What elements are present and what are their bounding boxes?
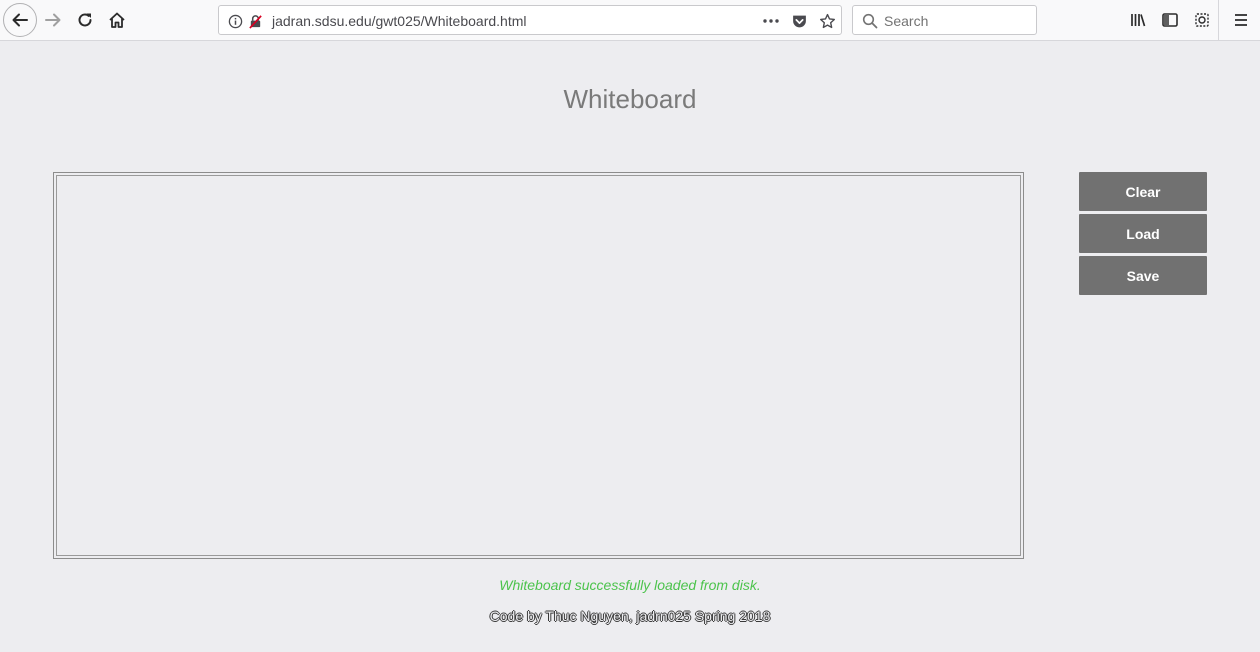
ellipsis-icon[interactable] <box>762 12 780 30</box>
search-bar[interactable]: Search <box>852 5 1037 35</box>
url-text[interactable]: jadran.sdsu.edu/gwt025/Whiteboard.html <box>272 13 526 29</box>
star-icon[interactable] <box>818 12 836 30</box>
toolbar-separator <box>1218 0 1219 40</box>
search-icon <box>861 12 879 30</box>
back-button[interactable] <box>3 3 37 37</box>
screenshot-button[interactable] <box>1186 4 1218 36</box>
page-title: Whiteboard <box>563 84 697 114</box>
forward-button[interactable] <box>37 4 69 36</box>
clear-button[interactable]: Clear <box>1079 172 1207 211</box>
info-icon[interactable] <box>226 12 244 30</box>
sidebar-icon <box>1162 13 1178 27</box>
whiteboard-canvas[interactable] <box>53 172 1024 559</box>
url-bar[interactable]: jadran.sdsu.edu/gwt025/Whiteboard.html <box>218 5 842 35</box>
hamburger-menu-icon <box>1235 14 1247 26</box>
library-button[interactable] <box>1122 4 1154 36</box>
save-button[interactable]: Save <box>1079 256 1207 295</box>
status-message: Whiteboard successfully loaded from disk… <box>499 577 761 593</box>
sidebar-button[interactable] <box>1154 4 1186 36</box>
reload-icon <box>78 13 92 27</box>
library-icon <box>1131 14 1146 27</box>
pocket-icon[interactable] <box>790 12 808 30</box>
footer-credit: Code by Thuc Nguyen, jadrn025 Spring 201… <box>489 608 771 624</box>
forward-arrow-icon <box>45 13 61 27</box>
screenshot-icon <box>1195 13 1209 27</box>
search-input[interactable]: Search <box>884 13 928 29</box>
browser-toolbar: jadran.sdsu.edu/gwt025/Whiteboard.html S… <box>0 0 1260 41</box>
back-arrow-icon <box>12 13 28 27</box>
reload-button[interactable] <box>69 4 101 36</box>
home-button[interactable] <box>101 4 133 36</box>
insecure-lock-icon[interactable] <box>246 12 264 30</box>
menu-button[interactable] <box>1225 4 1257 36</box>
load-button[interactable]: Load <box>1079 214 1207 253</box>
home-icon <box>109 12 125 28</box>
